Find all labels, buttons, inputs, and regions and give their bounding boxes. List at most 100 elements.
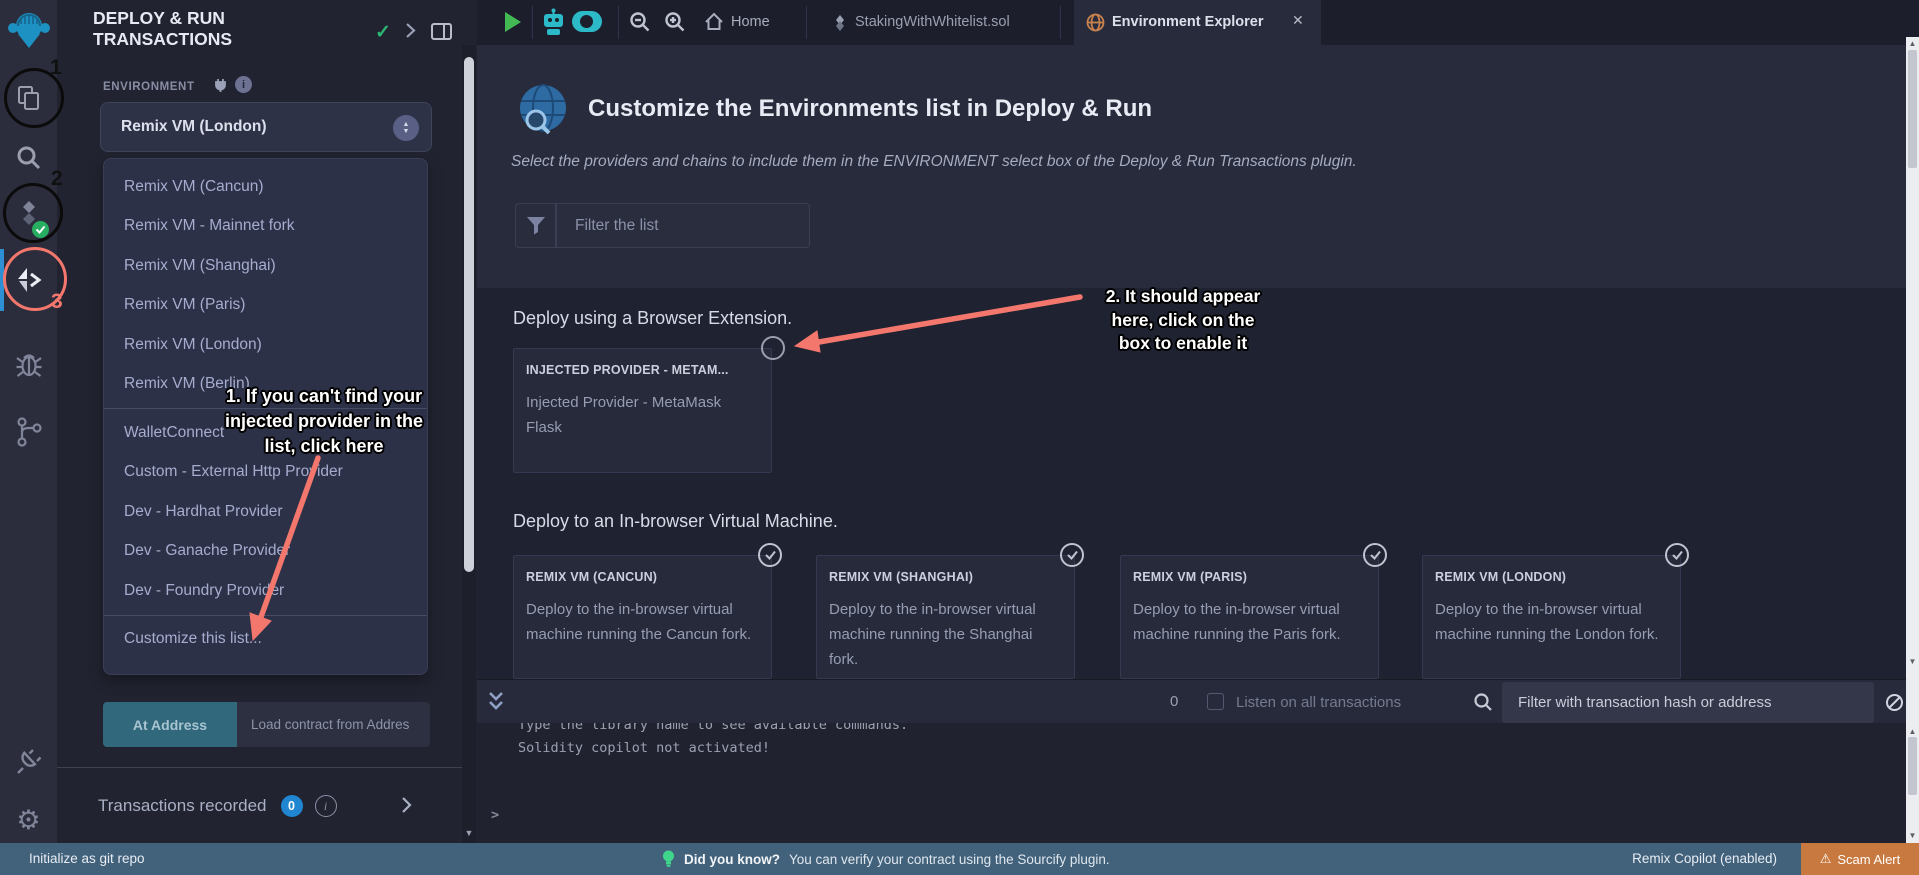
plugin-manager-icon[interactable] (0, 747, 57, 777)
env-option-cancun[interactable]: Remix VM (Cancun) (104, 167, 427, 207)
env-option-walletconnect[interactable]: WalletConnect (104, 413, 427, 453)
env-option-ganache[interactable]: Dev - Ganache Provider (104, 532, 427, 572)
env-option-paris[interactable]: Remix VM (Paris) (104, 286, 427, 326)
environment-label: ENVIRONMENT (103, 81, 195, 93)
env-option-london[interactable]: Remix VM (London) (104, 325, 427, 365)
remix-logo-icon[interactable] (0, 8, 57, 52)
terminal-scrollbar-thumb[interactable] (1908, 737, 1917, 795)
environment-plug-icon[interactable] (213, 78, 228, 98)
transactions-expand-chevron[interactable] (401, 796, 412, 819)
zoom-in-icon[interactable] (664, 11, 686, 38)
file-explorer-icon[interactable] (0, 84, 57, 112)
main-scrollbar[interactable]: ▲ ▼ ▲ ▼ (1906, 37, 1919, 843)
env-option-customize-list[interactable]: Customize this list... (104, 620, 427, 660)
clear-console-ban-icon[interactable] (1885, 693, 1904, 712)
copilot-status[interactable]: Remix Copilot (enabled) (1632, 851, 1777, 866)
scam-alert-button[interactable]: ⚠ Scam Alert (1801, 843, 1919, 875)
scrollbar-down-arrow[interactable]: ▼ (1906, 657, 1919, 666)
env-option-foundry[interactable]: Dev - Foundry Provider (104, 571, 427, 611)
terminal-line: Type the library name to see available c… (518, 723, 908, 733)
ai-assistant-robot-icon[interactable] (540, 8, 567, 42)
forward-chevron-icon[interactable] (405, 22, 416, 44)
transactions-count-badge: 0 (281, 795, 303, 817)
scrollbar-down-arrow[interactable]: ▼ (1906, 831, 1919, 840)
vm-card-title: REMIX VM (PARIS) (1133, 570, 1366, 584)
panel-scrollbar-thumb[interactable] (464, 57, 474, 572)
panel-scrollbar[interactable]: ▼ (462, 45, 476, 843)
terminal-expand-icon[interactable] (487, 690, 505, 719)
git-init-button[interactable]: Initialize as git repo (29, 851, 145, 866)
scrollbar-up-arrow[interactable]: ▲ (1906, 39, 1919, 48)
browser-extension-section-title: Deploy using a Browser Extension. (513, 308, 792, 329)
environment-selected-value: Remix VM (London) (121, 118, 267, 136)
vm-cancun-checkbox-checked[interactable] (758, 543, 782, 567)
environment-select[interactable]: Remix VM (London) ▲▼ (100, 102, 432, 152)
listen-all-transactions-checkbox[interactable] (1207, 693, 1224, 710)
pin-panel-icon[interactable] (431, 23, 452, 40)
dropdown-divider (104, 408, 427, 409)
terminal-prompt: > (491, 807, 499, 823)
page-subtitle: Select the providers and chains to inclu… (511, 153, 1357, 171)
vm-shanghai-checkbox-checked[interactable] (1060, 543, 1084, 567)
injected-provider-card[interactable]: INJECTED PROVIDER - METAM... Injected Pr… (513, 348, 772, 473)
vm-card-title: REMIX VM (SHANGHAI) (829, 570, 1062, 584)
tab-staking-file[interactable]: StakingWithWhitelist.sol (855, 14, 1010, 30)
git-icon[interactable] (0, 416, 57, 448)
zoom-out-icon[interactable] (629, 11, 651, 38)
vm-card-title: REMIX VM (LONDON) (1435, 570, 1668, 584)
select-updown-icon: ▲▼ (393, 115, 419, 141)
deploy-run-icon[interactable] (0, 266, 57, 294)
injected-provider-card-body: Injected Provider - MetaMask Flask (526, 390, 759, 440)
terminal-bar: 0 Listen on all transactions (477, 679, 1906, 723)
search-icon[interactable] (0, 144, 57, 171)
warning-icon: ⚠ (1820, 851, 1832, 867)
env-option-external-http[interactable]: Custom - External Http Provider (104, 453, 427, 493)
compile-check-icon: ✓ (375, 21, 391, 44)
did-you-know-tip: Did you know? You can verify your contra… (662, 843, 1110, 875)
panel-title: DEPLOY & RUN TRANSACTIONS (93, 8, 278, 50)
tab-environment-explorer-label: Environment Explorer (1112, 14, 1263, 30)
toolbar-divider (532, 6, 533, 39)
environment-dropdown-menu: Remix VM (Cancun) Remix VM - Mainnet for… (103, 158, 428, 675)
globe-search-icon (516, 83, 570, 137)
compiler-success-badge (32, 221, 49, 238)
env-option-shanghai[interactable]: Remix VM (Shanghai) (104, 246, 427, 286)
transactions-info-icon[interactable]: i (315, 795, 337, 817)
environment-info-icon[interactable]: i (235, 76, 252, 93)
tab-environment-explorer[interactable]: Environment Explorer ✕ (1074, 0, 1321, 45)
main-scrollbar-thumb[interactable] (1908, 50, 1917, 168)
home-icon[interactable] (704, 12, 724, 37)
run-script-play-icon[interactable] (503, 11, 522, 38)
env-option-hardhat[interactable]: Dev - Hardhat Provider (104, 492, 427, 532)
vm-london-checkbox-checked[interactable] (1665, 543, 1689, 567)
terminal-output[interactable]: Type the library name to see available c… (477, 723, 1906, 843)
status-bar: Initialize as git repo Did you know? You… (0, 843, 1919, 875)
vm-card-cancun[interactable]: REMIX VM (CANCUN) Deploy to the in-brows… (513, 555, 772, 679)
vm-card-paris[interactable]: REMIX VM (PARIS) Deploy to the in-browse… (1120, 555, 1379, 679)
filter-funnel-icon (515, 203, 556, 248)
injected-provider-checkbox-unchecked[interactable] (761, 336, 785, 360)
page-title: Customize the Environments list in Deplo… (588, 95, 1152, 123)
panel-divider (57, 767, 463, 768)
dropdown-divider (104, 615, 427, 616)
vm-card-body: Deploy to the in-browser virtual machine… (526, 597, 759, 647)
env-option-mainnet-fork[interactable]: Remix VM - Mainnet fork (104, 207, 427, 247)
terminal-filter-input[interactable] (1502, 682, 1874, 723)
copilot-toggle-icon[interactable] (572, 11, 602, 32)
at-address-button[interactable]: At Address (103, 702, 237, 747)
vm-card-london[interactable]: REMIX VM (LONDON) Deploy to the in-brows… (1422, 555, 1681, 679)
terminal-listen-count: 0 (1170, 693, 1178, 710)
settings-gear-icon[interactable]: ⚙ (0, 806, 57, 834)
close-tab-icon[interactable]: ✕ (1292, 12, 1304, 29)
environment-filter-input[interactable] (556, 203, 810, 248)
vm-card-title: REMIX VM (CANCUN) (526, 570, 759, 584)
at-address-input[interactable] (237, 702, 430, 747)
env-option-berlin[interactable]: Remix VM (Berlin) (104, 365, 427, 405)
vm-card-body: Deploy to the in-browser virtual machine… (1133, 597, 1366, 647)
vm-paris-checkbox-checked[interactable] (1363, 543, 1387, 567)
terminal-scrollbar-up-arrow[interactable]: ▲ (1906, 727, 1919, 736)
vm-card-shanghai[interactable]: REMIX VM (SHANGHAI) Deploy to the in-bro… (816, 555, 1075, 679)
panel-scrollbar-down-arrow[interactable]: ▼ (463, 828, 475, 838)
debugger-icon[interactable] (0, 349, 57, 379)
tab-home[interactable]: Home (731, 14, 770, 30)
